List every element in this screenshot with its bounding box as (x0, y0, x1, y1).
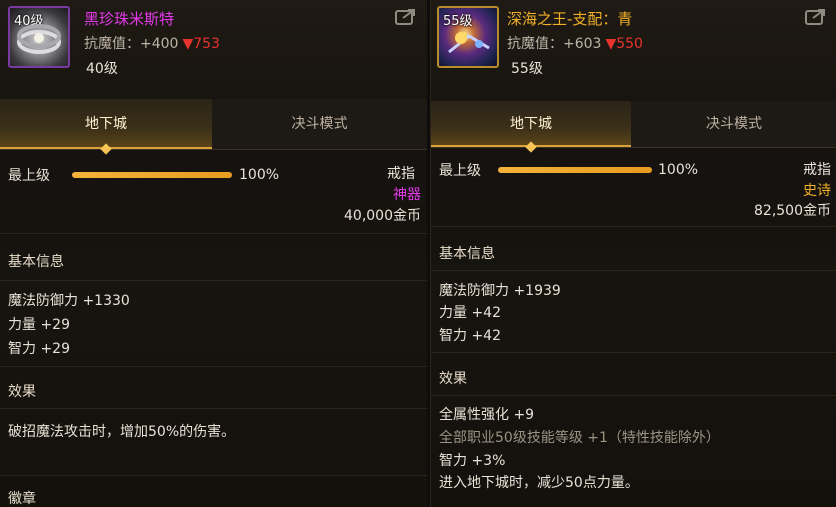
item-rarity: 神器 (393, 187, 421, 203)
effect-line: 智力 +3% (439, 453, 506, 469)
stat-line: 魔法防御力 +1330 (8, 293, 130, 309)
tab-pvp[interactable]: 决斗模式 (631, 101, 836, 147)
effect-title: 效果 (8, 384, 36, 400)
stat-line: 智力 +29 (8, 341, 70, 357)
item-tooltip-right: 55级 深海之王-支配：青 抗魔值：+603 ▼550 55级 地下城 决斗模式 … (430, 0, 836, 507)
active-tab-marker (525, 141, 537, 153)
ring-icon (17, 24, 61, 54)
required-level: 40级 (86, 61, 118, 77)
divider (0, 233, 427, 234)
item-price: 40,000金币 (344, 208, 421, 224)
stat-line: 力量 +42 (439, 305, 501, 321)
item-tooltip-left: 40级 黑珍珠米斯特 抗魔值：+400 ▼753 40级 地下城 决斗模式 最上级… (0, 0, 427, 507)
stat-line: 力量 +29 (8, 317, 70, 333)
item-type: 戒指 (803, 162, 831, 178)
share-icon[interactable] (395, 8, 417, 26)
stat-line: 魔法防御力 +1939 (439, 283, 561, 299)
grade-percent: 100% (239, 167, 280, 183)
item-name: 黑珍珠米斯特 (84, 10, 175, 28)
effect-line: 进入地下城时，减少50点力量。 (439, 475, 639, 491)
mode-tabs: 地下城 决斗模式 (0, 99, 427, 155)
grade-bar-fill (498, 167, 652, 173)
magic-resist: 抗魔值：+603 ▼550 (507, 36, 643, 52)
grade-label: 最上级 (439, 163, 481, 179)
item-header: 55级 深海之王-支配：青 抗魔值：+603 ▼550 55级 (431, 0, 836, 98)
mode-tabs: 地下城 决斗模式 (431, 101, 836, 153)
divider (0, 366, 427, 367)
grade-bar-fill (72, 172, 232, 178)
stat-line: 智力 +42 (439, 328, 501, 344)
item-name: 深海之王-支配：青 (507, 10, 633, 28)
ring-item-icon[interactable]: 40级 (8, 6, 70, 68)
divider (431, 395, 836, 396)
effect-line: 全属性强化 +9 (439, 407, 535, 423)
basic-info-title: 基本信息 (439, 246, 495, 262)
share-icon[interactable] (805, 8, 827, 26)
grade-bar (498, 167, 652, 173)
divider (431, 226, 836, 227)
grade-bar (72, 172, 232, 178)
effect-title: 效果 (439, 371, 467, 387)
sea-king-ring-icon (448, 32, 490, 54)
tab-dungeon[interactable]: 地下城 (0, 99, 212, 155)
basic-info-title: 基本信息 (8, 254, 64, 270)
divider (0, 475, 427, 476)
resist-delta: ▼550 (605, 36, 643, 52)
required-level: 55级 (511, 61, 543, 77)
divider (431, 352, 836, 353)
ring-item-icon[interactable]: 55级 (437, 6, 499, 68)
item-header: 40级 黑珍珠米斯特 抗魔值：+400 ▼753 40级 (0, 0, 427, 98)
effect-line: 破招魔法攻击时，增加50%的伤害。 (8, 424, 236, 440)
tab-pvp[interactable]: 决斗模式 (212, 99, 427, 149)
effect-line: 全部职业50级技能等级 +1（特性技能除外） (439, 430, 720, 446)
item-price: 82,500金币 (754, 203, 831, 219)
divider (431, 270, 836, 271)
divider (0, 408, 427, 409)
active-tab-marker (100, 143, 112, 155)
resist-delta: ▼753 (182, 36, 220, 52)
item-rarity: 史诗 (803, 183, 831, 199)
emblem-title: 徽章 (8, 491, 36, 507)
grade-percent: 100% (658, 162, 699, 178)
divider (0, 280, 427, 281)
grade-label: 最上级 (8, 168, 50, 184)
item-type: 戒指 (387, 166, 415, 182)
tab-dungeon[interactable]: 地下城 (431, 101, 631, 153)
magic-resist: 抗魔值：+400 ▼753 (84, 36, 220, 52)
